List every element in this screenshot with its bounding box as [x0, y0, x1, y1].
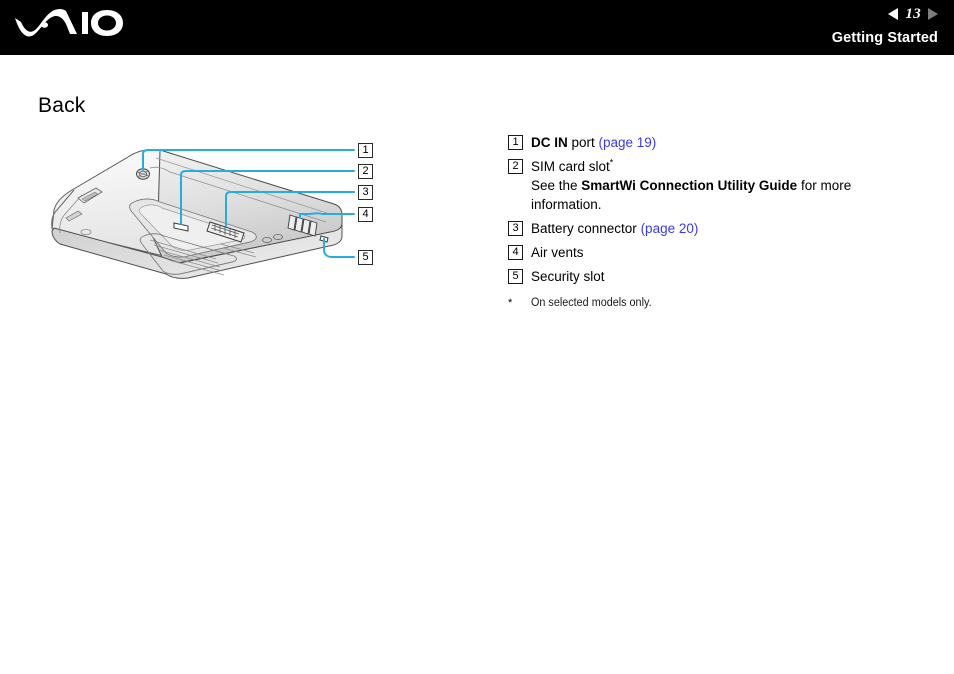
legend-item-battery-connector: 3 Battery connector (page 20): [508, 219, 908, 238]
legend-number-4: 4: [508, 245, 523, 260]
legend-label-2-guide: SmartWi Connection Utility Guide: [581, 178, 798, 193]
illustration-callout-1: 1: [358, 143, 373, 158]
header-navigation: 13 Getting Started: [832, 4, 938, 46]
legend-label-2: SIM card slot* See the SmartWi Connectio…: [531, 157, 908, 214]
laptop-drawing: [51, 149, 355, 279]
legend-label-1-plain: port: [567, 135, 599, 150]
page-link-19[interactable]: (page 19): [599, 135, 657, 150]
feature-legend-list: 1 DC IN port (page 19) 2 SIM card slot* …: [508, 133, 908, 311]
footnote-marker: *: [508, 297, 513, 309]
legend-item-sim-card-slot: 2 SIM card slot* See the SmartWi Connect…: [508, 157, 908, 214]
legend-number-3: 3: [508, 221, 523, 236]
legend-label-2-see: See the: [531, 178, 582, 193]
footnote: * On selected models only.: [508, 295, 908, 311]
illustration-callout-5: 5: [358, 250, 373, 265]
legend-label-4: Air vents: [531, 245, 584, 260]
previous-page-arrow-icon[interactable]: [888, 8, 899, 20]
legend-label-1-strong: DC IN: [531, 135, 568, 150]
legend-number-2: 2: [508, 159, 523, 174]
legend-label-3-plain: Battery connector: [531, 221, 641, 236]
illustration-callout-2: 2: [358, 164, 373, 179]
legend-label-3: Battery connector (page 20): [531, 219, 698, 238]
laptop-back-illustration: 1 2 3 4 5: [38, 132, 383, 284]
legend-label-1: DC IN port (page 19): [531, 133, 656, 152]
legend-label-2-plain: SIM card slot: [531, 159, 610, 174]
footnote-ref-asterisk: *: [609, 157, 614, 168]
illustration-callout-3: 3: [358, 185, 373, 200]
legend-number-5: 5: [508, 269, 523, 284]
footnote-text: On selected models only.: [531, 297, 652, 309]
page-title: Back: [38, 94, 86, 117]
page-header: 13 Getting Started: [0, 0, 954, 55]
legend-item-air-vents: 4 Air vents: [508, 243, 908, 262]
next-page-arrow-icon[interactable]: [928, 8, 938, 20]
legend-number-1: 1: [508, 135, 523, 150]
vaio-logo: [14, 9, 124, 43]
legend-item-dc-in: 1 DC IN port (page 19): [508, 133, 908, 152]
page-link-20[interactable]: (page 20): [641, 221, 699, 236]
section-title: Getting Started: [831, 30, 938, 46]
page-number: 13: [905, 5, 921, 22]
laptop-chassis: [51, 149, 343, 279]
legend-item-security-slot: 5 Security slot: [508, 267, 908, 286]
illustration-callout-4: 4: [358, 207, 373, 222]
legend-label-5: Security slot: [531, 269, 605, 284]
